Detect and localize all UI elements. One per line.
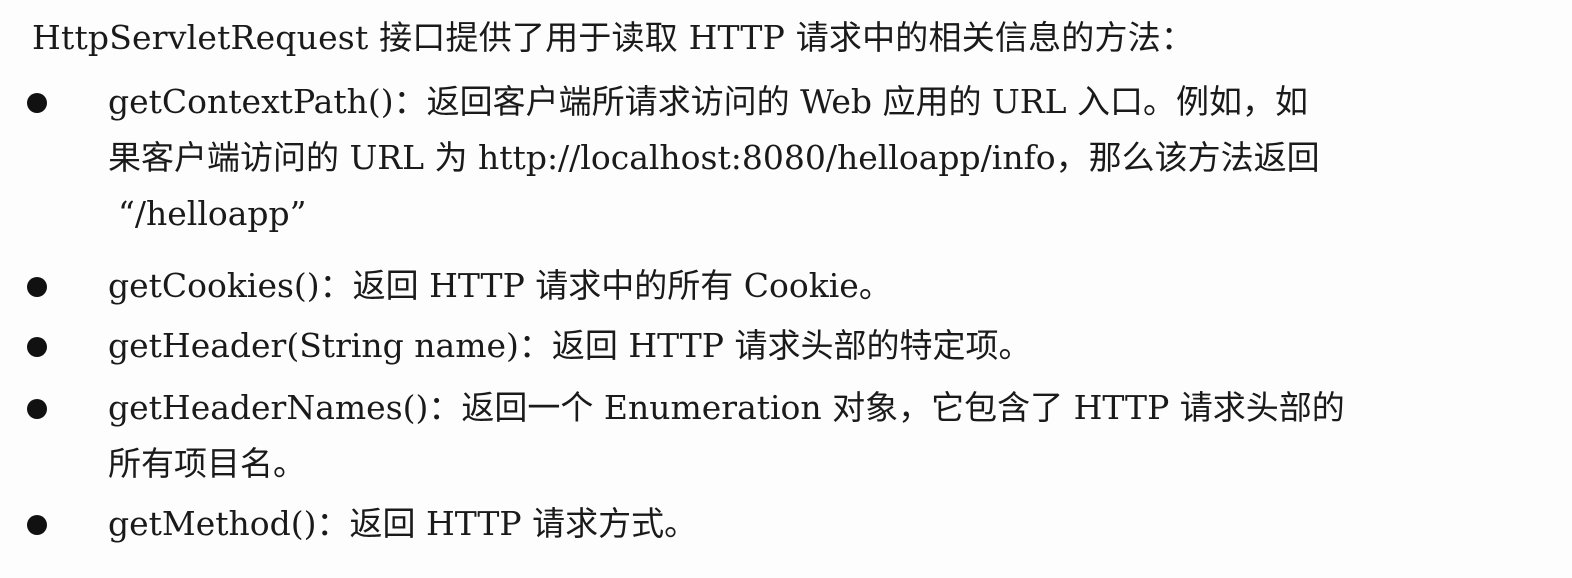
list-item-line: 果客户端访问的 URL 为 http://localhost:8080/hell… — [108, 138, 1320, 177]
list-item-text: getHeader(String name)：返回 HTTP 请求头部的特定项。 — [108, 318, 1508, 374]
bullet-icon — [27, 515, 47, 535]
list-item-text: getMethod()：返回 HTTP 请求方式。 — [108, 496, 1508, 552]
document-page: HttpServletRequest 接口提供了用于读取 HTTP 请求中的相关… — [0, 0, 1572, 578]
intro-paragraph: HttpServletRequest 接口提供了用于读取 HTTP 请求中的相关… — [32, 18, 1195, 57]
list-item-line: getMethod()：返回 HTTP 请求方式。 — [108, 504, 698, 543]
list-item-line: “/helloapp” — [118, 194, 307, 233]
bullet-icon — [27, 93, 47, 113]
list-item-text: getCookies()：返回 HTTP 请求中的所有 Cookie。 — [108, 258, 1508, 314]
list-item-line: 所有项目名。 — [108, 444, 306, 483]
bullet-icon — [27, 399, 47, 419]
bullet-icon — [27, 337, 47, 357]
list-item-line: getHeaderNames()：返回一个 Enumeration 对象，它包含… — [108, 388, 1345, 427]
list-item-text: getContextPath()：返回客户端所请求访问的 Web 应用的 URL… — [108, 74, 1508, 242]
list-item-line: getCookies()：返回 HTTP 请求中的所有 Cookie。 — [108, 266, 892, 305]
list-item-line: getHeader(String name)：返回 HTTP 请求头部的特定项。 — [108, 326, 1032, 365]
list-item-line: getContextPath()：返回客户端所请求访问的 Web 应用的 URL… — [108, 82, 1309, 121]
bullet-icon — [27, 277, 47, 297]
list-item-text: getHeaderNames()：返回一个 Enumeration 对象，它包含… — [108, 380, 1508, 492]
